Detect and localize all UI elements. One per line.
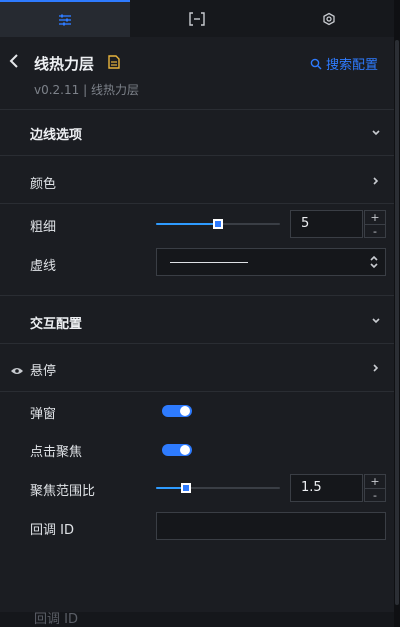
solid-line-preview [170, 262, 248, 263]
callback-id-label: 回调 ID [30, 523, 74, 538]
section-interaction-title[interactable]: 交互配置 [30, 313, 82, 332]
popup-label: 弹窗 [30, 407, 57, 422]
toggle-knob [180, 406, 190, 416]
increment-button[interactable]: + [365, 475, 385, 489]
focus-range-number-input[interactable]: 1.5 [290, 474, 363, 502]
divider [0, 203, 394, 204]
increment-button[interactable]: + [365, 211, 385, 225]
page-title: 线热力层 [34, 55, 95, 73]
decrement-button[interactable]: - [365, 489, 385, 502]
divider [0, 343, 394, 344]
tab-style[interactable] [0, 0, 130, 37]
decrement-button[interactable]: - [365, 225, 385, 238]
width-slider-handle[interactable] [213, 219, 223, 229]
footer-overflow-row: 回调 ID [0, 612, 394, 627]
chevron-down-icon[interactable] [371, 128, 381, 138]
document-icon[interactable] [108, 54, 120, 73]
search-config-label: 搜索配置 [326, 58, 379, 73]
bracket-icon [189, 11, 205, 26]
dash-label: 虚线 [30, 259, 57, 274]
sliders-icon [59, 14, 71, 25]
focus-range-stepper[interactable]: + - [364, 474, 386, 502]
callback-id-input[interactable] [156, 512, 386, 540]
dash-style-select[interactable] [156, 248, 386, 276]
scrollbar-thumb[interactable] [395, 40, 399, 605]
width-label: 粗细 [30, 220, 57, 235]
focus-range-label: 聚焦范围比 [30, 484, 96, 499]
width-number-input[interactable]: 5 [290, 210, 363, 238]
search-config-link[interactable]: 搜索配置 [310, 54, 378, 73]
search-icon [310, 58, 322, 69]
version-subtitle: v0.2.11 | 线热力层 [34, 83, 139, 97]
top-tab-bar [0, 0, 394, 37]
width-stepper[interactable]: + - [364, 210, 386, 238]
chevron-down-icon[interactable] [371, 316, 381, 326]
toggle-knob [180, 445, 190, 455]
divider [0, 109, 394, 110]
select-arrows-icon [370, 255, 378, 269]
popup-toggle[interactable] [162, 405, 192, 417]
footer-ghost-label: 回调 ID [34, 612, 78, 627]
chevron-left-icon[interactable] [9, 54, 21, 68]
tab-data[interactable] [132, 0, 262, 37]
chevron-right-icon[interactable] [371, 176, 381, 186]
click-focus-label: 点击聚焦 [30, 445, 83, 460]
divider [0, 295, 394, 296]
tab-interaction[interactable] [264, 0, 394, 37]
click-focus-toggle[interactable] [162, 444, 192, 456]
width-slider-fill [156, 223, 218, 225]
hover-label[interactable]: 悬停 [30, 360, 56, 379]
color-label[interactable]: 颜色 [30, 173, 56, 192]
divider [0, 155, 394, 156]
focus-range-slider-handle[interactable] [181, 483, 191, 493]
eye-icon[interactable] [10, 366, 24, 376]
chevron-right-icon[interactable] [371, 363, 381, 373]
section-border-title[interactable]: 边线选项 [30, 124, 82, 143]
refresh-icon [323, 12, 335, 25]
divider [0, 391, 394, 392]
